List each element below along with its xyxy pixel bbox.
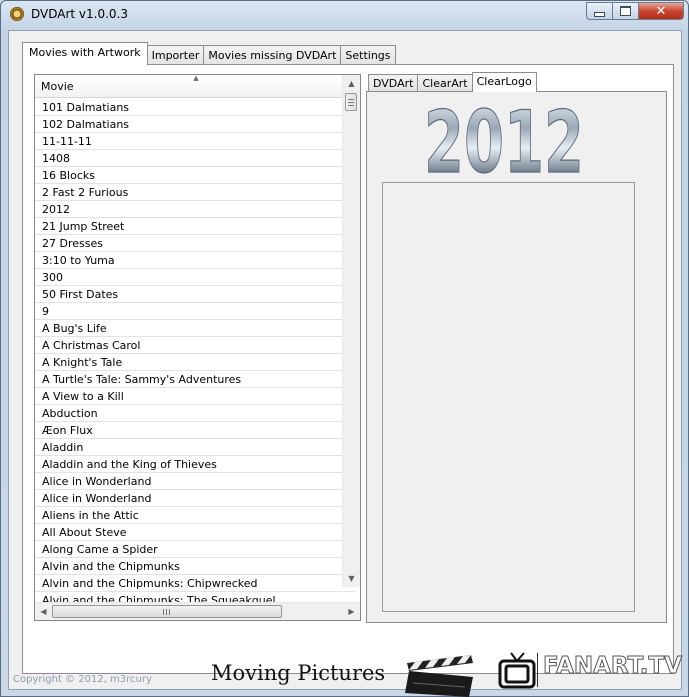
minimize-button[interactable] [586, 2, 613, 20]
scroll-up-icon[interactable]: ▲ [343, 75, 360, 92]
artwork-preview [382, 182, 635, 612]
scroll-down-icon[interactable]: ▼ [343, 570, 360, 587]
list-item[interactable]: A Bug's Life [35, 320, 355, 337]
list-item[interactable]: Along Came a Spider [35, 541, 355, 558]
vertical-scroll-thumb[interactable] [345, 93, 357, 111]
list-item[interactable]: 9 [35, 303, 355, 320]
movie-list[interactable]: ▲ Movie 101 Dalmatians 102 Dalmatians 11-1… [34, 74, 361, 621]
window-title: DVDArt v1.0.0.3 [31, 7, 129, 21]
title-bar[interactable]: DVDArt v1.0.0.3 ✕ [1, 1, 688, 29]
clearlogo-text: 2012 [424, 94, 584, 178]
list-item[interactable]: 3:10 to Yuma [35, 252, 355, 269]
list-item[interactable]: Abduction [35, 405, 355, 422]
list-item[interactable]: All About Steve [35, 524, 355, 541]
list-item[interactable]: Aladdin [35, 439, 355, 456]
moving-pictures-logo: Moving Pictures [211, 661, 386, 685]
minimize-icon [594, 11, 605, 17]
tab-importer[interactable]: Importer [146, 45, 205, 65]
clearlogo-panel: 2012 [366, 91, 667, 623]
list-item[interactable]: 1408 [35, 150, 355, 167]
scroll-left-icon[interactable]: ◀ [35, 603, 52, 620]
movies-with-artwork-panel: ▲ Movie 101 Dalmatians 102 Dalmatians 11-1… [22, 64, 674, 674]
list-item[interactable]: Aliens in the Attic [35, 507, 355, 524]
fanart-logo: FANART.TV [493, 649, 683, 689]
list-item[interactable]: 11-11-11 [35, 133, 355, 150]
close-icon: ✕ [655, 3, 667, 19]
tab-movies-missing-dvdart[interactable]: Movies missing DVDArt [203, 45, 342, 65]
list-item[interactable]: 50 First Dates [35, 286, 355, 303]
main-tab-strip: Movies with Artwork Importer Movies miss… [22, 42, 396, 65]
list-item[interactable]: 16 Blocks [35, 167, 355, 184]
list-item[interactable]: 102 Dalmatians [35, 116, 355, 133]
list-item[interactable]: A View to a Kill [35, 388, 355, 405]
app-window: DVDArt v1.0.0.3 ✕ Movies with Artwork Im… [0, 0, 689, 697]
movie-column-header[interactable]: ▲ Movie [35, 75, 357, 98]
window-controls: ✕ [586, 2, 684, 21]
fanart-text: FANART.TV [542, 653, 683, 680]
tab-clearlogo[interactable]: ClearLogo [471, 72, 537, 92]
tab-clearart[interactable]: ClearArt [417, 74, 473, 92]
list-item[interactable]: Æon Flux [35, 422, 355, 439]
horizontal-scrollbar[interactable]: ◀ ▶ [35, 602, 360, 620]
close-button[interactable]: ✕ [639, 2, 684, 20]
movie-column-label: Movie [41, 80, 74, 93]
list-item[interactable]: Alice in Wonderland [35, 473, 355, 490]
art-tab-strip: DVDArt ClearArt ClearLogo [368, 72, 537, 92]
list-item[interactable]: Alice in Wonderland [35, 490, 355, 507]
list-item[interactable]: 2012 [35, 201, 355, 218]
list-item[interactable]: 2 Fast 2 Furious [35, 184, 355, 201]
horizontal-scroll-thumb[interactable] [52, 605, 282, 618]
tab-movies-with-artwork[interactable]: Movies with Artwork [22, 42, 148, 65]
list-item[interactable]: 21 Jump Street [35, 218, 355, 235]
maximize-button[interactable] [613, 2, 639, 20]
list-item[interactable]: A Turtle's Tale: Sammy's Adventures [35, 371, 355, 388]
tv-icon [498, 652, 536, 689]
movie-rows: 101 Dalmatians 102 Dalmatians 11-11-11 1408… [35, 99, 355, 609]
clapperboard-icon [405, 655, 473, 697]
app-icon[interactable] [10, 7, 24, 21]
list-item[interactable]: 27 Dresses [35, 235, 355, 252]
tab-settings[interactable]: Settings [340, 45, 396, 65]
scroll-right-icon[interactable]: ▶ [343, 603, 360, 620]
list-item[interactable]: A Knight's Tale [35, 354, 355, 371]
clearlogo-image: 2012 [423, 94, 584, 178]
list-item[interactable]: 101 Dalmatians [35, 99, 355, 116]
list-item[interactable]: Alvin and the Chipmunks: Chipwrecked [35, 575, 355, 592]
maximize-icon [620, 6, 631, 16]
sort-ascending-icon: ▲ [193, 74, 199, 82]
copyright-text: Copyright © 2012, m3rcury [13, 674, 152, 685]
vertical-scrollbar[interactable]: ▲ ▼ [342, 75, 360, 587]
client-area: Movies with Artwork Importer Movies miss… [8, 30, 683, 697]
list-item[interactable]: Alvin and the Chipmunks [35, 558, 355, 575]
tab-dvdart[interactable]: DVDArt [368, 74, 419, 92]
list-item[interactable]: 300 [35, 269, 355, 286]
list-item[interactable]: Aladdin and the King of Thieves [35, 456, 355, 473]
fanart-divider [537, 653, 538, 687]
list-item[interactable]: A Christmas Carol [35, 337, 355, 354]
